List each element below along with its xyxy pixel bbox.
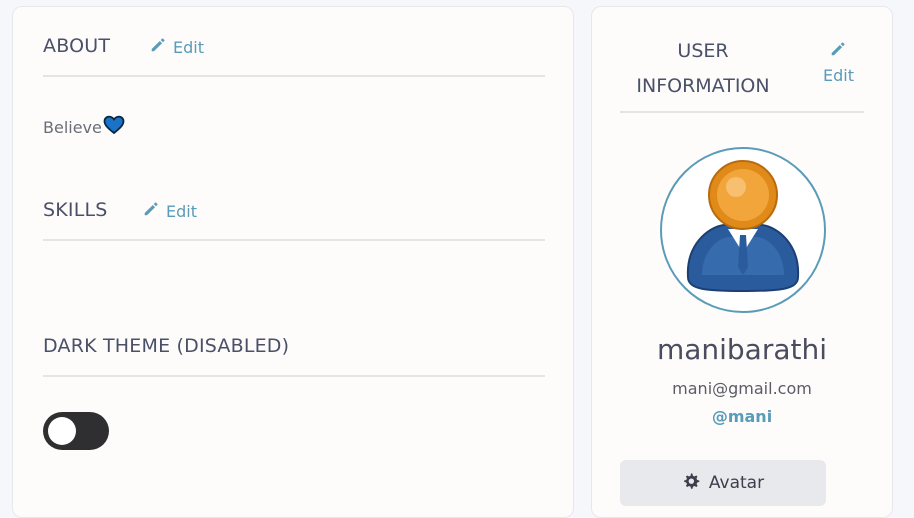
skills-edit-button[interactable]: Edit bbox=[142, 200, 197, 222]
toggle-knob bbox=[48, 417, 76, 445]
avatar bbox=[660, 147, 826, 313]
pencil-icon bbox=[142, 200, 160, 222]
dark-theme-toggle[interactable] bbox=[43, 412, 109, 450]
user-information-edit-button[interactable]: Edit bbox=[823, 40, 854, 85]
blue-heart-icon bbox=[103, 115, 125, 139]
skills-section-header: SKILLS Edit bbox=[43, 199, 545, 241]
dark-theme-section-header: DARK THEME (DISABLED) bbox=[43, 335, 545, 377]
pencil-icon bbox=[829, 40, 847, 62]
user-information-edit-label: Edit bbox=[823, 66, 854, 85]
divider bbox=[620, 111, 864, 113]
about-text-value: Believe bbox=[43, 117, 102, 137]
username: manibarathi bbox=[656, 333, 828, 366]
dark-theme-title: DARK THEME (DISABLED) bbox=[43, 335, 290, 357]
skills-edit-label: Edit bbox=[166, 201, 197, 221]
avatar-button[interactable]: Avatar bbox=[620, 460, 826, 506]
pencil-icon bbox=[149, 36, 167, 58]
user-information-title: USER INFORMATION bbox=[636, 40, 770, 97]
user-information-card: USER INFORMATION Edit manibarathi mani@g… bbox=[591, 6, 893, 518]
about-section-header: ABOUT Edit bbox=[43, 35, 545, 77]
about-title: ABOUT bbox=[43, 35, 111, 57]
about-edit-button[interactable]: Edit bbox=[149, 36, 204, 58]
avatar-button-label: Avatar bbox=[708, 473, 765, 493]
skills-title: SKILLS bbox=[43, 199, 108, 221]
gear-icon bbox=[682, 472, 700, 495]
user-handle-link[interactable]: @mani bbox=[592, 407, 892, 426]
about-edit-label: Edit bbox=[173, 37, 204, 57]
profile-details-card: ABOUT Edit Believe SKILLS Edit DARK THEM… bbox=[12, 6, 574, 518]
email: mani@gmail.com bbox=[672, 379, 812, 398]
about-text: Believe bbox=[43, 115, 125, 139]
